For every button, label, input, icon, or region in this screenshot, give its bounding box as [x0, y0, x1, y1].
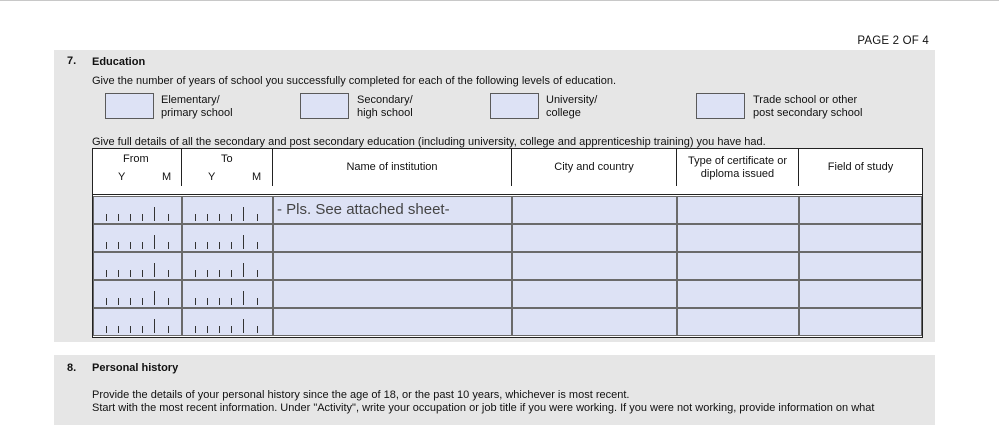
- page-number: PAGE 2 OF 4: [857, 35, 929, 47]
- level-label-trade: Trade school or other post secondary scho…: [753, 94, 863, 119]
- certificate-field[interactable]: [677, 252, 799, 280]
- level-label-secondary: Secondary/high school: [357, 94, 413, 119]
- city-column-header: City and country: [512, 149, 677, 186]
- to-month-label: M: [252, 171, 262, 183]
- institution-field[interactable]: [273, 252, 512, 280]
- certificate-field[interactable]: [677, 224, 799, 252]
- city-field[interactable]: [512, 196, 677, 224]
- city-field[interactable]: [512, 280, 677, 308]
- field-of-study-field[interactable]: [799, 196, 922, 224]
- institution-field[interactable]: [273, 224, 512, 252]
- institution-entry-text: - Pls. See attached sheet-: [277, 201, 450, 218]
- history-instruction-1: Provide the details of your personal his…: [92, 389, 630, 401]
- from-date-field[interactable]: [93, 224, 182, 252]
- institution-field[interactable]: - Pls. See attached sheet-: [273, 196, 512, 224]
- years-university-input[interactable]: [490, 93, 539, 119]
- to-label: To: [221, 153, 233, 165]
- table-row: [93, 280, 922, 308]
- to-date-field[interactable]: [182, 196, 273, 224]
- section-number: 7.: [67, 55, 77, 67]
- to-date-field[interactable]: [182, 252, 273, 280]
- level-label-elementary: Elementary/primary school: [161, 94, 233, 119]
- field-of-study-field[interactable]: [799, 224, 922, 252]
- city-field[interactable]: [512, 224, 677, 252]
- field-of-study-field[interactable]: [799, 252, 922, 280]
- institution-field[interactable]: [273, 308, 512, 336]
- field-of-study-field[interactable]: [799, 280, 922, 308]
- from-date-field[interactable]: [93, 252, 182, 280]
- from-date-field[interactable]: [93, 308, 182, 336]
- table-row: [93, 308, 922, 336]
- from-year-label: Y: [118, 171, 126, 183]
- certificate-field[interactable]: [677, 308, 799, 336]
- field-of-study-field[interactable]: [799, 308, 922, 336]
- certificate-column-header: Type of certificate or diploma issued: [677, 149, 799, 186]
- details-instruction: Give full details of all the secondary a…: [92, 136, 766, 148]
- institution-field[interactable]: [273, 280, 512, 308]
- history-instruction-2: Start with the most recent information. …: [92, 402, 875, 414]
- field-column-header: Field of study: [827, 161, 894, 174]
- years-trade-input[interactable]: [696, 93, 745, 119]
- education-instruction: Give the number of years of school you s…: [92, 75, 617, 87]
- years-elementary-input[interactable]: [105, 93, 154, 119]
- table-row: [93, 252, 922, 280]
- city-field[interactable]: [512, 252, 677, 280]
- section-number: 8.: [67, 362, 77, 374]
- to-date-field[interactable]: [182, 224, 273, 252]
- top-border: [0, 0, 999, 1]
- certificate-field[interactable]: [677, 196, 799, 224]
- from-month-label: M: [162, 171, 172, 183]
- to-date-field[interactable]: [182, 308, 273, 336]
- level-label-university: University/college: [546, 94, 598, 119]
- to-date-field[interactable]: [182, 280, 273, 308]
- section-title: Personal history: [92, 362, 179, 374]
- to-year-label: Y: [208, 171, 216, 183]
- city-field[interactable]: [512, 308, 677, 336]
- certificate-field[interactable]: [677, 280, 799, 308]
- table-row: - Pls. See attached sheet-: [93, 196, 922, 224]
- section-title: Education: [92, 56, 146, 68]
- from-date-field[interactable]: [93, 196, 182, 224]
- table-row: [93, 224, 922, 252]
- institution-column-header: Name of institution: [273, 149, 512, 186]
- years-secondary-input[interactable]: [300, 93, 349, 119]
- from-date-field[interactable]: [93, 280, 182, 308]
- education-table: From Y M To Y M Name of institution City…: [92, 148, 923, 338]
- education-rows: - Pls. See attached sheet-: [93, 194, 922, 338]
- from-label: From: [123, 153, 149, 165]
